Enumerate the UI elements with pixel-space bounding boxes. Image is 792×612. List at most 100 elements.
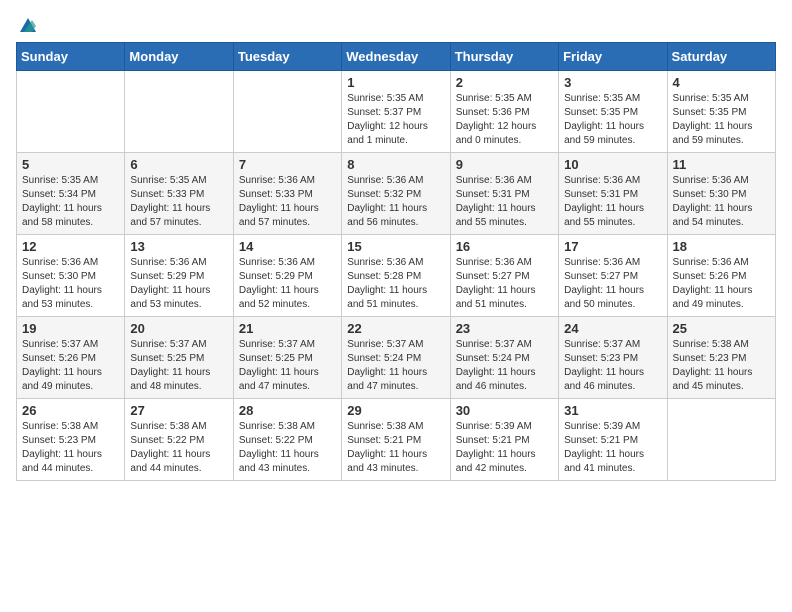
calendar-cell: 25 Sunrise: 5:38 AM Sunset: 5:23 PM Dayli… (667, 317, 775, 399)
calendar-cell: 12 Sunrise: 5:36 AM Sunset: 5:30 PM Dayli… (17, 235, 125, 317)
day-info: Sunrise: 5:35 AM Sunset: 5:35 PM Dayligh… (564, 92, 661, 148)
day-number: 12 (22, 239, 119, 254)
calendar-cell: 3 Sunrise: 5:35 AM Sunset: 5:35 PM Daylig… (559, 71, 667, 153)
day-info: Sunrise: 5:36 AM Sunset: 5:31 PM Dayligh… (564, 174, 661, 230)
calendar-cell: 27 Sunrise: 5:38 AM Sunset: 5:22 PM Dayli… (125, 399, 233, 481)
calendar-week-row: 12 Sunrise: 5:36 AM Sunset: 5:30 PM Dayli… (17, 235, 776, 317)
day-info: Sunrise: 5:38 AM Sunset: 5:21 PM Dayligh… (347, 420, 444, 476)
day-info: Sunrise: 5:37 AM Sunset: 5:24 PM Dayligh… (456, 338, 553, 394)
day-number: 15 (347, 239, 444, 254)
logo (16, 16, 38, 34)
day-info: Sunrise: 5:37 AM Sunset: 5:25 PM Dayligh… (239, 338, 336, 394)
calendar-cell: 14 Sunrise: 5:36 AM Sunset: 5:29 PM Dayli… (233, 235, 341, 317)
day-number: 13 (130, 239, 227, 254)
calendar-cell (667, 399, 775, 481)
day-info: Sunrise: 5:37 AM Sunset: 5:26 PM Dayligh… (22, 338, 119, 394)
day-number: 23 (456, 321, 553, 336)
day-info: Sunrise: 5:35 AM Sunset: 5:33 PM Dayligh… (130, 174, 227, 230)
day-info: Sunrise: 5:39 AM Sunset: 5:21 PM Dayligh… (456, 420, 553, 476)
calendar-cell: 17 Sunrise: 5:36 AM Sunset: 5:27 PM Dayli… (559, 235, 667, 317)
calendar-cell: 26 Sunrise: 5:38 AM Sunset: 5:23 PM Dayli… (17, 399, 125, 481)
day-number: 8 (347, 157, 444, 172)
day-number: 18 (673, 239, 770, 254)
day-number: 26 (22, 403, 119, 418)
calendar-cell: 5 Sunrise: 5:35 AM Sunset: 5:34 PM Daylig… (17, 153, 125, 235)
weekday-header: Friday (559, 43, 667, 71)
calendar-cell: 28 Sunrise: 5:38 AM Sunset: 5:22 PM Dayli… (233, 399, 341, 481)
day-number: 14 (239, 239, 336, 254)
calendar-cell: 24Sunrise: 5:37 AM Sunset: 5:23 PM Dayli… (559, 317, 667, 399)
calendar-week-row: 5 Sunrise: 5:35 AM Sunset: 5:34 PM Daylig… (17, 153, 776, 235)
day-number: 2 (456, 75, 553, 90)
day-number: 28 (239, 403, 336, 418)
day-info: Sunrise: 5:36 AM Sunset: 5:27 PM Dayligh… (564, 256, 661, 312)
day-info: Sunrise: 5:37 AM Sunset: 5:23 PM Dayligh… (564, 338, 661, 394)
calendar-cell: 10Sunrise: 5:36 AM Sunset: 5:31 PM Dayli… (559, 153, 667, 235)
calendar-cell: 7Sunrise: 5:36 AM Sunset: 5:33 PM Daylig… (233, 153, 341, 235)
day-info: Sunrise: 5:35 AM Sunset: 5:37 PM Dayligh… (347, 92, 444, 148)
calendar-cell: 30Sunrise: 5:39 AM Sunset: 5:21 PM Dayli… (450, 399, 558, 481)
day-info: Sunrise: 5:36 AM Sunset: 5:29 PM Dayligh… (130, 256, 227, 312)
day-number: 1 (347, 75, 444, 90)
calendar-cell: 2Sunrise: 5:35 AM Sunset: 5:36 PM Daylig… (450, 71, 558, 153)
day-number: 16 (456, 239, 553, 254)
calendar-table: SundayMondayTuesdayWednesdayThursdayFrid… (16, 42, 776, 481)
weekday-header: Thursday (450, 43, 558, 71)
day-info: Sunrise: 5:36 AM Sunset: 5:31 PM Dayligh… (456, 174, 553, 230)
day-info: Sunrise: 5:36 AM Sunset: 5:29 PM Dayligh… (239, 256, 336, 312)
calendar-week-row: 19 Sunrise: 5:37 AM Sunset: 5:26 PM Dayli… (17, 317, 776, 399)
day-info: Sunrise: 5:36 AM Sunset: 5:27 PM Dayligh… (456, 256, 553, 312)
calendar-cell: 6 Sunrise: 5:35 AM Sunset: 5:33 PM Daylig… (125, 153, 233, 235)
day-number: 25 (673, 321, 770, 336)
day-info: Sunrise: 5:35 AM Sunset: 5:34 PM Dayligh… (22, 174, 119, 230)
page-header (16, 16, 776, 34)
day-info: Sunrise: 5:38 AM Sunset: 5:23 PM Dayligh… (22, 420, 119, 476)
day-info: Sunrise: 5:38 AM Sunset: 5:22 PM Dayligh… (130, 420, 227, 476)
calendar-cell: 4 Sunrise: 5:35 AM Sunset: 5:35 PM Daylig… (667, 71, 775, 153)
calendar-cell: 29 Sunrise: 5:38 AM Sunset: 5:21 PM Dayli… (342, 399, 450, 481)
weekday-header: Tuesday (233, 43, 341, 71)
calendar-cell: 1 Sunrise: 5:35 AM Sunset: 5:37 PM Daylig… (342, 71, 450, 153)
calendar-cell: 9 Sunrise: 5:36 AM Sunset: 5:31 PM Daylig… (450, 153, 558, 235)
calendar-cell: 18Sunrise: 5:36 AM Sunset: 5:26 PM Dayli… (667, 235, 775, 317)
calendar-cell: 19 Sunrise: 5:37 AM Sunset: 5:26 PM Dayli… (17, 317, 125, 399)
day-info: Sunrise: 5:38 AM Sunset: 5:23 PM Dayligh… (673, 338, 770, 394)
day-info: Sunrise: 5:37 AM Sunset: 5:25 PM Dayligh… (130, 338, 227, 394)
day-number: 27 (130, 403, 227, 418)
calendar-cell: 31 Sunrise: 5:39 AM Sunset: 5:21 PM Dayli… (559, 399, 667, 481)
day-info: Sunrise: 5:37 AM Sunset: 5:24 PM Dayligh… (347, 338, 444, 394)
calendar-week-row: 1 Sunrise: 5:35 AM Sunset: 5:37 PM Daylig… (17, 71, 776, 153)
calendar-cell (125, 71, 233, 153)
weekday-header: Sunday (17, 43, 125, 71)
weekday-header: Wednesday (342, 43, 450, 71)
weekday-header: Saturday (667, 43, 775, 71)
day-info: Sunrise: 5:36 AM Sunset: 5:30 PM Dayligh… (22, 256, 119, 312)
day-number: 3 (564, 75, 661, 90)
day-number: 20 (130, 321, 227, 336)
day-number: 9 (456, 157, 553, 172)
calendar-cell: 22 Sunrise: 5:37 AM Sunset: 5:24 PM Dayli… (342, 317, 450, 399)
calendar-week-row: 26 Sunrise: 5:38 AM Sunset: 5:23 PM Dayli… (17, 399, 776, 481)
day-number: 17 (564, 239, 661, 254)
day-number: 19 (22, 321, 119, 336)
day-info: Sunrise: 5:39 AM Sunset: 5:21 PM Dayligh… (564, 420, 661, 476)
day-number: 22 (347, 321, 444, 336)
calendar-cell: 11Sunrise: 5:36 AM Sunset: 5:30 PM Dayli… (667, 153, 775, 235)
calendar-cell: 21 Sunrise: 5:37 AM Sunset: 5:25 PM Dayli… (233, 317, 341, 399)
day-number: 6 (130, 157, 227, 172)
calendar-cell: 16 Sunrise: 5:36 AM Sunset: 5:27 PM Dayli… (450, 235, 558, 317)
day-number: 11 (673, 157, 770, 172)
calendar-cell: 8Sunrise: 5:36 AM Sunset: 5:32 PM Daylig… (342, 153, 450, 235)
day-info: Sunrise: 5:38 AM Sunset: 5:22 PM Dayligh… (239, 420, 336, 476)
calendar-cell: 20 Sunrise: 5:37 AM Sunset: 5:25 PM Dayli… (125, 317, 233, 399)
day-number: 5 (22, 157, 119, 172)
day-number: 29 (347, 403, 444, 418)
day-info: Sunrise: 5:36 AM Sunset: 5:33 PM Dayligh… (239, 174, 336, 230)
day-info: Sunrise: 5:36 AM Sunset: 5:28 PM Dayligh… (347, 256, 444, 312)
day-info: Sunrise: 5:35 AM Sunset: 5:35 PM Dayligh… (673, 92, 770, 148)
calendar-cell: 13 Sunrise: 5:36 AM Sunset: 5:29 PM Dayli… (125, 235, 233, 317)
calendar-cell (17, 71, 125, 153)
day-number: 4 (673, 75, 770, 90)
day-number: 31 (564, 403, 661, 418)
day-number: 21 (239, 321, 336, 336)
